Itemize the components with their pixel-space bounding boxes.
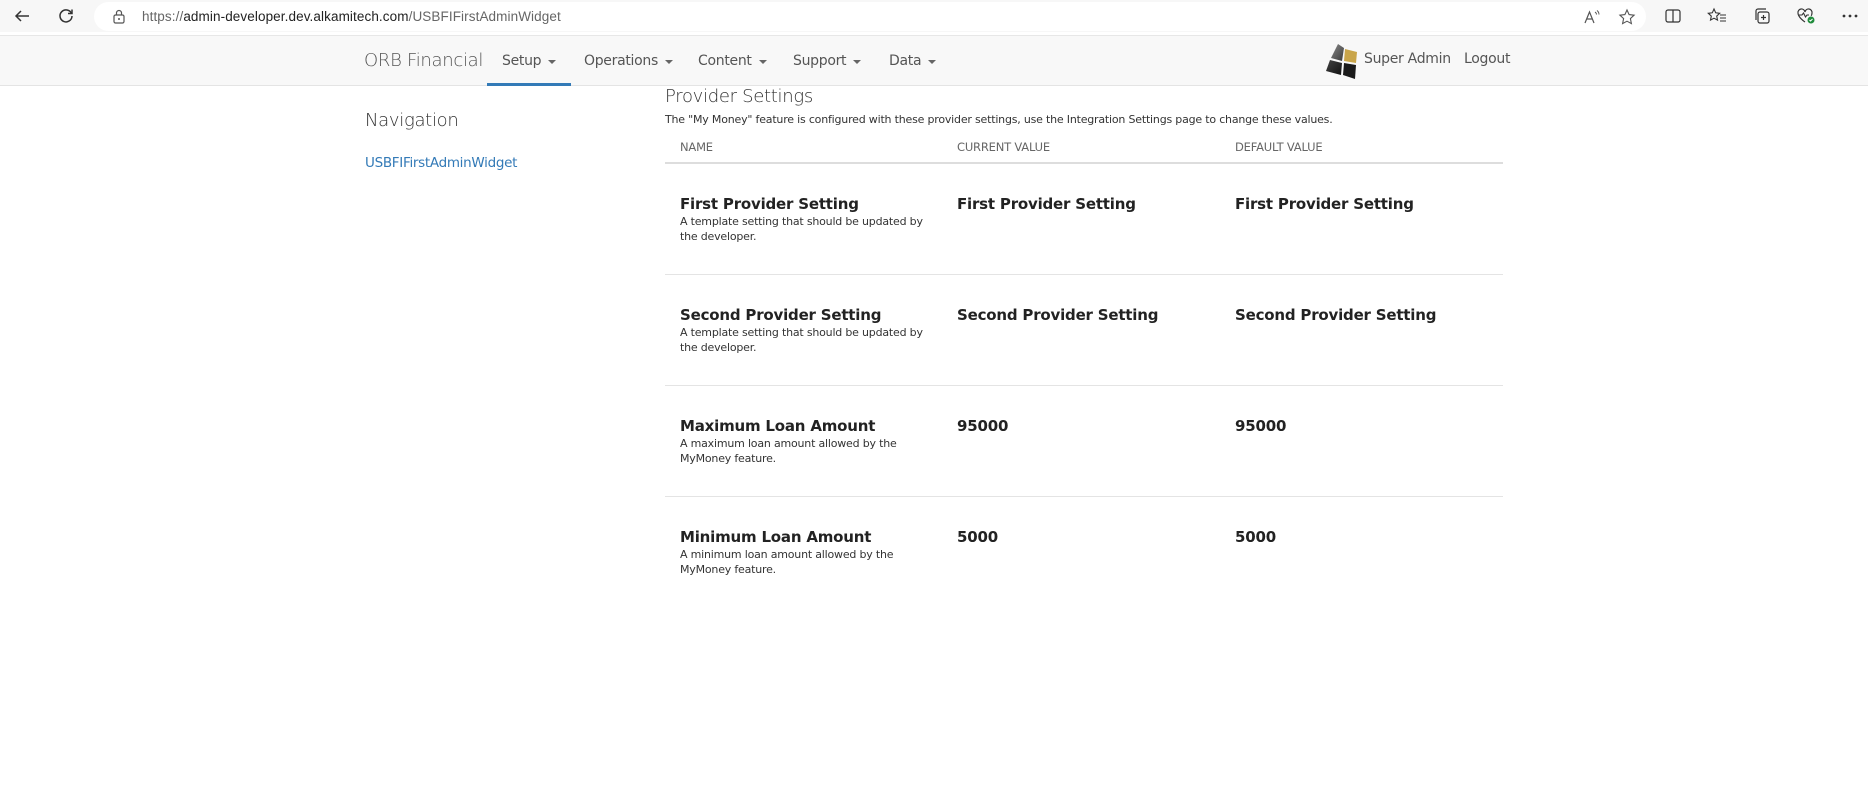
address-bar[interactable]: https://admin-developer.dev.alkamitech.c… — [94, 2, 1646, 31]
menu-operations[interactable]: Operations — [584, 36, 673, 86]
current-value: First Provider Setting — [957, 195, 1136, 213]
setting-name: Minimum Loan Amount — [680, 528, 872, 546]
setting-name: Second Provider Setting — [680, 306, 882, 324]
column-header-current-value: CURRENT VALUE — [957, 140, 1050, 154]
table-row: Minimum Loan Amount A minimum loan amoun… — [665, 497, 1503, 608]
setting-description: A maximum loan amount allowed by the MyM… — [680, 437, 897, 465]
caret-down-icon — [548, 60, 557, 64]
table-row: First Provider Setting A template settin… — [665, 164, 1503, 275]
menu-setup[interactable]: Setup — [487, 36, 572, 86]
caret-down-icon — [928, 60, 937, 64]
menu-data[interactable]: Data — [889, 36, 937, 86]
sidebar-title: Navigation — [365, 110, 459, 131]
url-text[interactable]: https://admin-developer.dev.alkamitech.c… — [142, 9, 561, 24]
setting-name: First Provider Setting — [680, 195, 859, 213]
table-header: NAME CURRENT VALUE DEFAULT VALUE — [665, 135, 1503, 164]
user-name: Super Admin — [1364, 51, 1451, 67]
default-value: 5000 — [1235, 528, 1276, 546]
setting-name-cell: Minimum Loan Amount A minimum loan amoun… — [680, 528, 935, 577]
column-header-name: NAME — [680, 140, 713, 154]
url-host: admin-developer.dev.alkamitech.com — [183, 9, 409, 24]
brand-name[interactable]: ORB Financial — [364, 50, 483, 71]
refresh-icon[interactable] — [54, 4, 78, 28]
setting-name-cell: Maximum Loan Amount A maximum loan amoun… — [680, 417, 935, 466]
page-description: The "My Money" feature is configured wit… — [665, 113, 1333, 126]
caret-down-icon — [664, 60, 673, 64]
setting-description: A template setting that should be update… — [680, 215, 923, 243]
setting-description: A minimum loan amount allowed by the MyM… — [680, 548, 894, 576]
back-arrow-icon[interactable] — [10, 4, 34, 28]
menu-support-label: Support — [793, 53, 847, 69]
column-header-default-value: DEFAULT VALUE — [1235, 140, 1323, 154]
setting-name: Maximum Loan Amount — [680, 417, 876, 435]
collections-icon[interactable] — [1751, 5, 1773, 27]
page-title: Provider Settings — [665, 86, 813, 107]
current-value: 95000 — [957, 417, 1009, 435]
setting-description: A template setting that should be update… — [680, 326, 923, 354]
provider-settings-table: NAME CURRENT VALUE DEFAULT VALUE First P… — [665, 135, 1503, 608]
heart-pulse-icon[interactable] — [1795, 5, 1817, 27]
sidebar-link-usbfifirstadminwidget[interactable]: USBFIFirstAdminWidget — [365, 155, 517, 171]
browser-toolbar: https://admin-developer.dev.alkamitech.c… — [0, 0, 1868, 32]
menu-support[interactable]: Support — [793, 36, 862, 86]
read-aloud-icon[interactable] — [1582, 7, 1602, 27]
split-screen-icon[interactable] — [1662, 5, 1684, 27]
company-logo-icon — [1326, 44, 1357, 79]
menu-content-label: Content — [698, 53, 752, 69]
setting-name-cell: Second Provider Setting A template setti… — [680, 306, 935, 355]
current-value: Second Provider Setting — [957, 306, 1159, 324]
current-value: 5000 — [957, 528, 998, 546]
favorites-list-icon[interactable] — [1706, 5, 1728, 27]
table-row: Second Provider Setting A template setti… — [665, 275, 1503, 386]
caret-down-icon — [853, 60, 862, 64]
url-path: /USBFIFirstAdminWidget — [408, 9, 561, 24]
logout-link[interactable]: Logout — [1464, 51, 1510, 67]
table-row: Maximum Loan Amount A maximum loan amoun… — [665, 386, 1503, 497]
lock-icon[interactable] — [112, 9, 126, 24]
default-value: First Provider Setting — [1235, 195, 1414, 213]
more-icon[interactable] — [1839, 5, 1861, 27]
default-value: Second Provider Setting — [1235, 306, 1437, 324]
menu-operations-label: Operations — [584, 53, 658, 69]
menu-data-label: Data — [889, 53, 922, 69]
default-value: 95000 — [1235, 417, 1287, 435]
menu-setup-label: Setup — [502, 53, 542, 69]
star-icon[interactable] — [1617, 7, 1637, 27]
menu-content[interactable]: Content — [698, 36, 767, 86]
setting-name-cell: First Provider Setting A template settin… — [680, 195, 935, 244]
caret-down-icon — [758, 60, 767, 64]
url-scheme: https:// — [142, 9, 184, 24]
app-navbar: ORB Financial Setup Operations Content S… — [0, 35, 1868, 86]
